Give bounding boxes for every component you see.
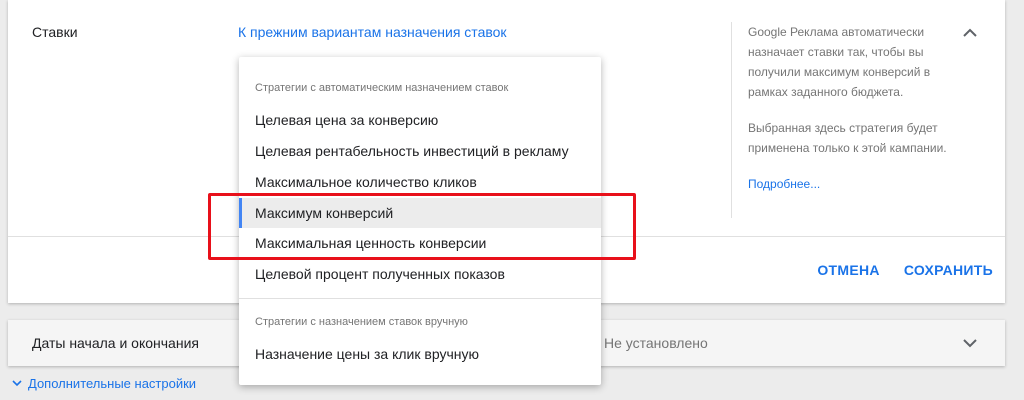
cancel-button[interactable]: ОТМЕНА (817, 262, 879, 278)
dates-label: Даты начала и окончания (32, 335, 199, 351)
chevron-down-icon (12, 380, 22, 387)
previous-bidding-options-link[interactable]: К прежним вариантам назначения ставок (238, 24, 507, 40)
chevron-down-icon (963, 338, 977, 347)
bidding-label: Ставки (32, 24, 78, 40)
menu-item-target-impression-share[interactable]: Целевой процент полученных показов (239, 259, 601, 289)
additional-settings-link[interactable]: Дополнительные настройки (12, 376, 196, 391)
auto-strategies-header: Стратегии с автоматическим назначением с… (255, 82, 509, 94)
collapse-button[interactable] (958, 20, 982, 44)
help-sidebar: Google Реклама автоматически назначает с… (748, 22, 954, 210)
help-text-auto-bidding: Google Реклама автоматически назначает с… (748, 25, 931, 99)
help-text-strategy-scope: Выбранная здесь стратегия будет применен… (748, 121, 947, 155)
menu-item-manual-cpc[interactable]: Назначение цены за клик вручную (239, 339, 601, 369)
menu-divider (239, 298, 601, 299)
learn-more-link[interactable]: Подробнее... (748, 177, 820, 191)
menu-item-maximize-conversion-value[interactable]: Максимальная ценность конверсии (239, 228, 601, 258)
menu-item-maximize-clicks[interactable]: Максимальное количество кликов (239, 167, 601, 197)
menu-item-target-cpa[interactable]: Целевая цена за конверсию (239, 105, 601, 135)
additional-settings-label: Дополнительные настройки (28, 376, 197, 391)
menu-item-target-roas[interactable]: Целевая рентабельность инвестиций в рекл… (239, 136, 601, 166)
bidding-strategy-dropdown: Стратегии с автоматическим назначением с… (239, 57, 601, 385)
help-divider (731, 22, 732, 218)
manual-strategies-header: Стратегии с назначением ставок вручную (255, 316, 468, 328)
panel-actions: ОТМЕНА СОХРАНИТЬ (817, 262, 993, 278)
save-button[interactable]: СОХРАНИТЬ (904, 262, 993, 278)
chevron-up-icon (963, 28, 977, 37)
expand-dates-button[interactable] (958, 331, 982, 355)
dates-value: Не установлено (604, 335, 708, 351)
menu-item-maximize-conversions[interactable]: Максимум конверсий (239, 198, 601, 228)
